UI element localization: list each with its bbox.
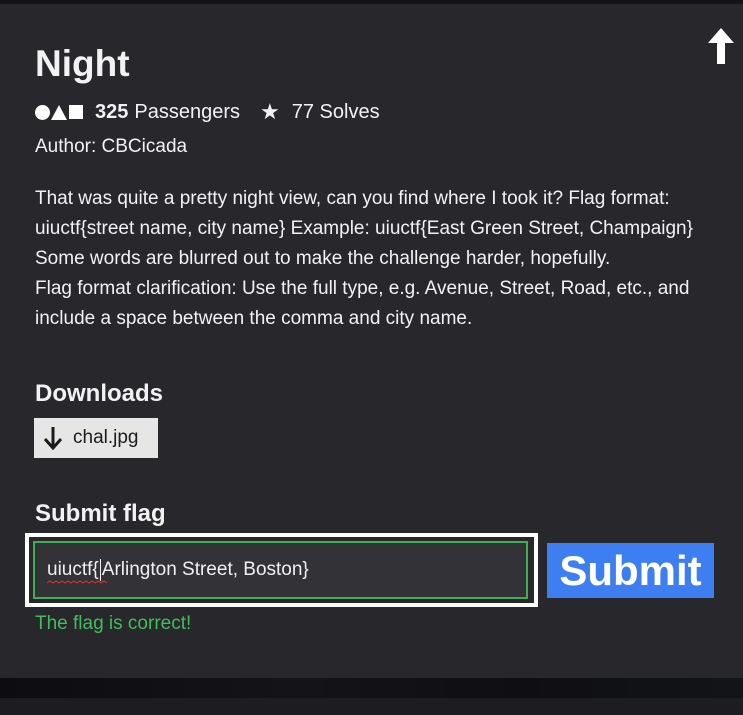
spellcheck-underline bbox=[47, 580, 108, 584]
shapes-icon bbox=[35, 104, 83, 120]
submit-button[interactable]: Submit bbox=[547, 543, 714, 598]
challenge-description: That was quite a pretty night view, can … bbox=[35, 184, 705, 334]
download-file-button[interactable]: chal.jpg bbox=[34, 418, 158, 458]
description-line: Flag format clarification: Use the full … bbox=[35, 278, 690, 329]
passengers-label: Passengers bbox=[134, 100, 240, 123]
submit-flag-heading: Submit flag bbox=[35, 500, 166, 527]
background-strip bbox=[0, 678, 743, 698]
flag-input[interactable]: uiuctf{Arlington Street, Boston} bbox=[33, 541, 528, 599]
up-arrow-icon[interactable] bbox=[706, 26, 736, 66]
text-caret bbox=[99, 558, 101, 581]
page-bottom bbox=[0, 698, 743, 715]
flag-status-message: The flag is correct! bbox=[35, 613, 192, 634]
download-file-name: chal.jpg bbox=[73, 427, 139, 448]
flag-value: Arlington Street, Boston} bbox=[101, 559, 309, 580]
flag-input-text: uiuctf{Arlington Street, Boston} bbox=[47, 558, 309, 584]
challenge-title: Night bbox=[35, 43, 130, 84]
download-arrow-icon bbox=[43, 427, 63, 450]
passengers-count: 325 bbox=[95, 100, 129, 123]
challenge-author: Author: CBCicada bbox=[35, 136, 188, 157]
flag-prefix: uiuctf{ bbox=[47, 559, 99, 580]
star-icon: ★ bbox=[260, 99, 280, 124]
solves-count: 77 Solves bbox=[291, 100, 380, 123]
description-line: Some words are blurred out to make the c… bbox=[35, 248, 611, 269]
downloads-heading: Downloads bbox=[35, 380, 164, 407]
challenge-meta: 325 Passengers ★ 77 Solves bbox=[35, 99, 380, 124]
description-line: That was quite a pretty night view, can … bbox=[35, 188, 693, 239]
